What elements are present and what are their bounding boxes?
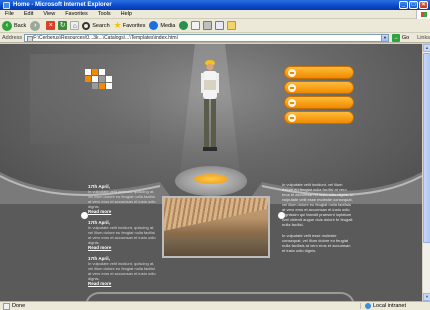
house-construction-photo — [162, 196, 270, 258]
favorites-label: Favorites — [122, 22, 146, 29]
media-button[interactable]: Media — [149, 21, 175, 30]
right-text-column: In vulputate velit incidunt, vel illum d… — [282, 182, 354, 259]
search-icon — [82, 21, 91, 30]
address-input[interactable]: F:\Cerberus\Resources\0...3k...\Catalogs… — [24, 33, 383, 42]
ground-image — [164, 238, 268, 256]
zone-label: Local intranet — [373, 303, 407, 309]
go-label: Go — [401, 34, 410, 41]
title-bar: Home - Microsoft Internet Explorer _ □ × — [0, 0, 430, 10]
news-body: In vulputate velit incidunt, quiscing at… — [88, 189, 156, 209]
back-label: Back — [14, 22, 27, 29]
print-icon[interactable] — [203, 21, 213, 30]
news-item: 17th April, In vulputate velit incidunt,… — [88, 220, 158, 250]
search-button[interactable]: Search — [82, 21, 110, 30]
toolbar: ‹ Back › × ↻ ⌂ Search ★ Favorites Media — [0, 19, 430, 33]
stop-icon[interactable]: × — [46, 21, 56, 30]
hero-banner — [0, 44, 422, 222]
menu-edit[interactable]: Edit — [19, 11, 38, 17]
status-bar: Done Local intranet — [0, 301, 430, 310]
scroll-up-icon[interactable]: ▲ — [423, 44, 430, 52]
right-paragraph: In vulputate velit esse molestie consequ… — [282, 233, 351, 253]
scrollbar-thumb[interactable] — [423, 53, 430, 243]
news-item: 17th April, In vulputate velit incidunt,… — [88, 184, 158, 214]
go-arrow-icon: → — [391, 33, 400, 42]
refresh-icon[interactable]: ↻ — [58, 21, 68, 30]
folder-icon[interactable] — [227, 21, 237, 30]
back-button[interactable]: ‹ Back — [2, 20, 27, 31]
address-dropdown-icon[interactable]: ▼ — [381, 33, 389, 42]
links-button[interactable]: Links — [417, 35, 430, 41]
back-arrow-icon: ‹ — [2, 20, 12, 31]
edit-icon[interactable] — [215, 21, 225, 30]
read-more-link[interactable]: Read more — [88, 281, 158, 286]
forward-arrow-icon: › — [30, 20, 41, 31]
intranet-icon — [365, 303, 371, 309]
menu-favorites[interactable]: Favorites — [60, 11, 93, 17]
platform-disc — [194, 174, 228, 184]
news-column: 17th April, In vulputate velit incidunt,… — [88, 184, 158, 292]
media-label: Media — [160, 22, 176, 29]
side-menu-button[interactable] — [284, 96, 354, 109]
site-logo[interactable] — [85, 69, 117, 93]
close-button[interactable]: × — [419, 1, 428, 9]
construction-worker-image — [201, 60, 219, 151]
footer-frame — [85, 292, 355, 301]
read-more-link[interactable]: Read more — [88, 209, 158, 214]
address-bar: Address F:\Cerberus\Resources\0...3k...\… — [0, 33, 430, 43]
windows-logo-icon — [416, 9, 430, 19]
address-label: Address — [2, 34, 23, 41]
menu-help[interactable]: Help — [116, 11, 137, 17]
security-zone: Local intranet — [360, 303, 430, 309]
menu-view[interactable]: View — [38, 11, 60, 17]
roof-frame-image — [164, 198, 268, 233]
menu-tools[interactable]: Tools — [93, 11, 116, 17]
go-button[interactable]: → Go — [391, 33, 410, 42]
history-icon[interactable] — [179, 21, 189, 30]
window-title: Home - Microsoft Internet Explorer — [13, 2, 112, 8]
maximize-button[interactable]: □ — [409, 1, 418, 9]
minimize-button[interactable]: _ — [399, 1, 408, 9]
mail-icon[interactable] — [191, 21, 201, 30]
read-more-link[interactable]: Read more — [88, 245, 158, 250]
menu-file[interactable]: File — [0, 11, 19, 17]
news-body: In vulputate velit incidunt, quiscing at… — [88, 261, 156, 281]
scroll-down-icon[interactable]: ▼ — [423, 293, 430, 301]
side-menu-button[interactable] — [284, 66, 354, 79]
search-label: Search — [92, 22, 110, 29]
media-icon — [149, 21, 159, 30]
star-icon: ★ — [113, 20, 122, 30]
side-menu-button[interactable] — [284, 81, 354, 94]
menu-bar: File Edit View Favorites Tools Help — [0, 9, 430, 19]
page-viewport: 17th April, In vulputate velit incidunt,… — [0, 44, 422, 301]
side-menu-button[interactable] — [284, 111, 354, 124]
vertical-scrollbar[interactable]: ▲ ▼ — [422, 44, 430, 301]
home-icon[interactable]: ⌂ — [70, 21, 80, 30]
page-done-icon — [3, 302, 10, 310]
status-text: Done — [12, 303, 26, 309]
hero-background-image — [30, 54, 150, 144]
side-menu — [284, 66, 354, 126]
favorites-button[interactable]: ★ Favorites — [114, 20, 146, 31]
news-body: In vulputate velit incidunt, quiscing at… — [88, 225, 156, 245]
forward-button[interactable]: › — [30, 20, 42, 31]
ie-icon — [3, 1, 10, 9]
bullet-dot-icon — [81, 212, 88, 219]
news-item: 17th April, In vulputate velit incidunt,… — [88, 256, 158, 286]
right-paragraph: In vulputate velit incidunt, vel illum d… — [282, 182, 354, 227]
